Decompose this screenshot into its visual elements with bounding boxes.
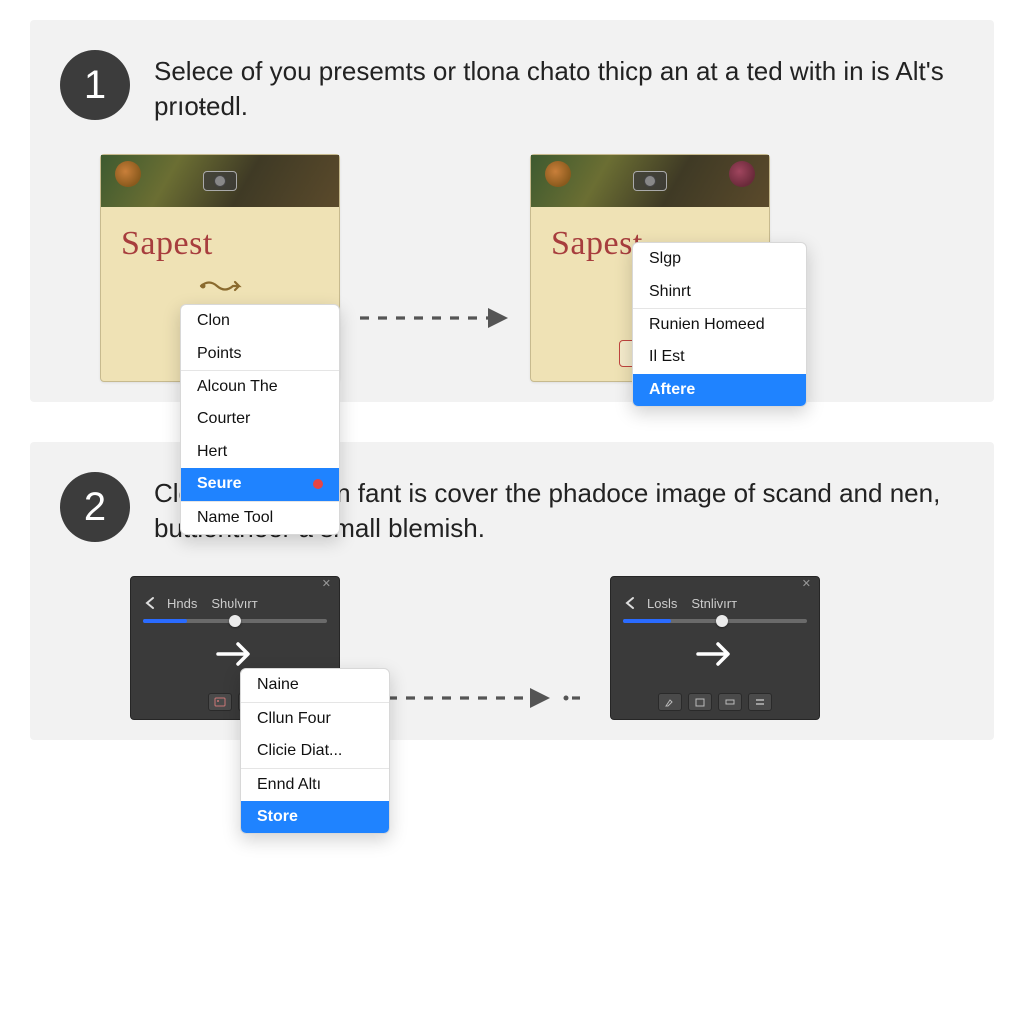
slider-fill bbox=[143, 619, 187, 623]
direction-arrow-icon bbox=[611, 623, 819, 687]
step-1-header: 1 Selece of you presemts or tlona chato … bbox=[60, 50, 964, 124]
close-icon[interactable]: ✕ bbox=[802, 577, 811, 591]
menu-item[interactable]: Courter bbox=[181, 403, 339, 435]
back-arrow-icon[interactable] bbox=[623, 595, 639, 611]
step-1-body: Sapest No Clon Points Alcoun The Courter… bbox=[60, 154, 964, 382]
menu-item[interactable]: Points bbox=[181, 338, 339, 370]
menu-item-label: Aftere bbox=[649, 379, 695, 401]
step-1-text: Selece of you presemts or tlona chato th… bbox=[154, 50, 964, 124]
tool-image-icon[interactable] bbox=[208, 693, 232, 711]
tool-folder-icon[interactable] bbox=[688, 693, 712, 711]
record-dot-icon bbox=[313, 479, 323, 489]
card-hero bbox=[101, 155, 339, 207]
step-2-body: ✕ Hnds Shʋlvırт bbox=[60, 576, 964, 720]
menu-item-selected[interactable]: Aftere bbox=[633, 374, 806, 406]
menu-item-label: Seure bbox=[197, 473, 241, 495]
back-arrow-icon[interactable] bbox=[143, 595, 159, 611]
menu-item-label: Store bbox=[257, 806, 298, 828]
slider-knob-icon[interactable] bbox=[229, 615, 241, 627]
tool-brush-icon[interactable] bbox=[658, 693, 682, 711]
menu-item-selected[interactable]: Seure bbox=[181, 468, 339, 500]
menu-item[interactable]: Ennd Altı bbox=[241, 769, 389, 801]
menu-item[interactable]: Clon bbox=[181, 305, 339, 337]
menu-item[interactable]: Slgp bbox=[633, 243, 806, 275]
step-2-badge: 2 bbox=[60, 472, 130, 542]
panel-label-b: Stnlivırт bbox=[691, 596, 737, 611]
card-hero bbox=[531, 155, 769, 207]
hero-preview-icon bbox=[633, 171, 667, 191]
slider-row bbox=[611, 615, 819, 623]
menu-item[interactable]: Runien Homeed bbox=[633, 309, 806, 341]
context-menu-dark[interactable]: Naine Cllun Four Clicie Diat... Ennd Alt… bbox=[240, 668, 390, 834]
menu-item-selected[interactable]: Store bbox=[241, 801, 389, 833]
panel-close-row: ✕ bbox=[611, 577, 819, 591]
panel-header-row: Hnds Shʋlvırт bbox=[131, 591, 339, 615]
panel-label-b: Shʋlvırт bbox=[211, 596, 257, 611]
flow-arrow-icon bbox=[360, 304, 510, 332]
slider[interactable] bbox=[143, 619, 327, 623]
hero-preview-icon bbox=[203, 171, 237, 191]
menu-item[interactable]: Hert bbox=[181, 436, 339, 468]
close-icon[interactable]: ✕ bbox=[322, 577, 331, 591]
menu-item[interactable]: Naine bbox=[241, 669, 389, 701]
step-1-panel: 1 Selece of you presemts or tlona chato … bbox=[30, 20, 994, 402]
menu-item[interactable]: Cllun Four bbox=[241, 703, 389, 735]
tool-list-icon[interactable] bbox=[748, 693, 772, 711]
slider[interactable] bbox=[623, 619, 807, 623]
menu-item[interactable]: Clicie Diat... bbox=[241, 735, 389, 767]
card-left-wrap: Sapest No Clon Points Alcoun The Courter… bbox=[100, 154, 340, 382]
step-1-badge: 1 bbox=[60, 50, 130, 120]
panel-header-row: Losls Stnlivırт bbox=[611, 591, 819, 615]
hero-flower-right-icon bbox=[729, 161, 755, 187]
panel-label-a: Hnds bbox=[167, 596, 197, 611]
dark-panel-right-wrap: ✕ Losls Stnlivırт bbox=[610, 576, 820, 720]
hero-flower-left-icon bbox=[545, 161, 571, 187]
card-title: Sapest bbox=[101, 207, 339, 271]
menu-item[interactable]: Il Est bbox=[633, 341, 806, 373]
dark-panel-left-wrap: ✕ Hnds Shʋlvırт bbox=[130, 576, 340, 720]
slider-row bbox=[131, 615, 339, 623]
card-right-wrap: Sapest Claxt Slgp Shinrt Runien Homeed I… bbox=[530, 154, 770, 382]
step-2-panel: 2 Clone preshntion fant is cover the pha… bbox=[30, 442, 994, 740]
panel-close-row: ✕ bbox=[131, 577, 339, 591]
menu-item[interactable]: Alcoun The bbox=[181, 371, 339, 403]
dark-panel-right[interactable]: ✕ Losls Stnlivırт bbox=[610, 576, 820, 720]
tool-rect-icon[interactable] bbox=[718, 693, 742, 711]
slider-knob-icon[interactable] bbox=[716, 615, 728, 627]
menu-item[interactable]: Shinrt bbox=[633, 276, 806, 308]
menu-item[interactable]: Name Tool bbox=[181, 502, 339, 534]
panel-toolbar bbox=[611, 687, 819, 713]
slider-fill bbox=[623, 619, 671, 623]
context-menu-left[interactable]: Clon Points Alcoun The Courter Hert Seur… bbox=[180, 304, 340, 535]
context-menu-right[interactable]: Slgp Shinrt Runien Homeed Il Est Aftere bbox=[632, 242, 807, 407]
flow-arrow-icon bbox=[370, 684, 580, 712]
panel-label-a: Losls bbox=[647, 596, 677, 611]
hero-flower-left-icon bbox=[115, 161, 141, 187]
